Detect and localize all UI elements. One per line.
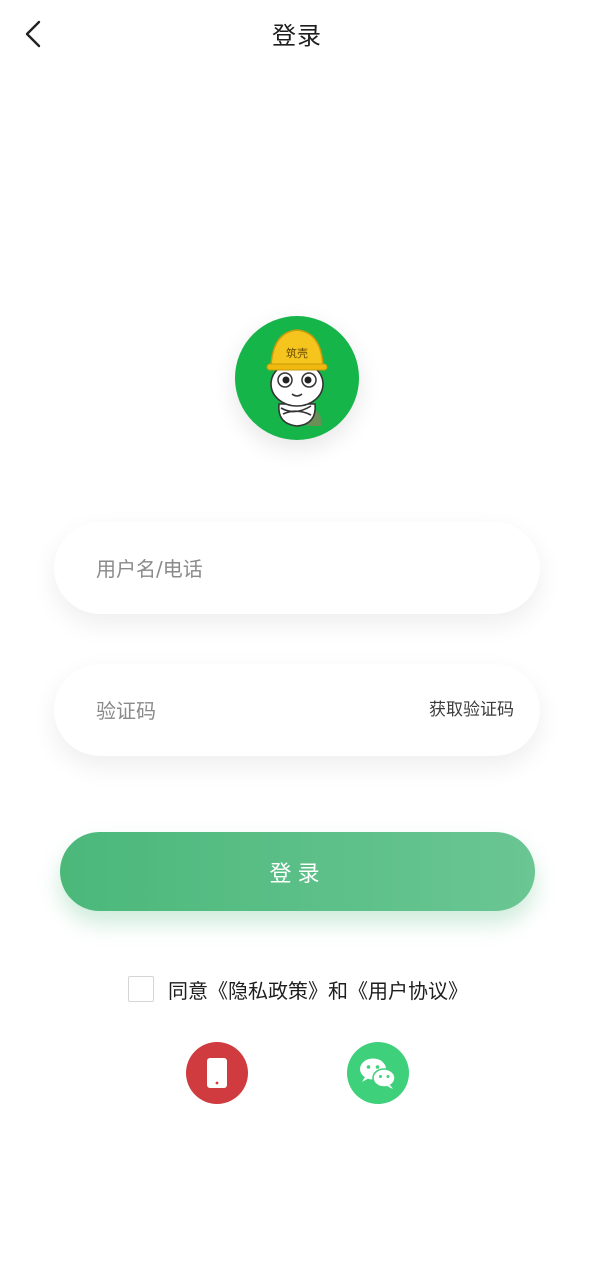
verification-code-input[interactable] — [94, 664, 398, 758]
code-field-container: 获取验证码 — [54, 664, 540, 758]
agreement-checkbox[interactable] — [128, 976, 154, 1002]
agreement-row: 同意《隐私政策》和《用户协议》 — [128, 975, 468, 1004]
header: 登录 — [0, 0, 594, 70]
mascot-logo-image: 筑壳 — [266, 329, 328, 427]
app-logo: 筑壳 — [235, 316, 359, 440]
phone-login-button[interactable] — [186, 1042, 248, 1104]
get-code-button[interactable]: 获取验证码 — [429, 664, 514, 756]
username-input[interactable] — [94, 522, 398, 616]
wechat-login-button[interactable] — [347, 1042, 409, 1104]
login-button[interactable]: 登录 — [60, 832, 535, 911]
wechat-icon — [360, 1058, 396, 1089]
page-title: 登录 — [272, 22, 322, 50]
phone-icon — [207, 1058, 227, 1088]
username-field-container — [54, 522, 540, 616]
svg-text:筑壳: 筑壳 — [286, 346, 308, 360]
agreement-text[interactable]: 同意《隐私政策》和《用户协议》 — [168, 975, 468, 1004]
